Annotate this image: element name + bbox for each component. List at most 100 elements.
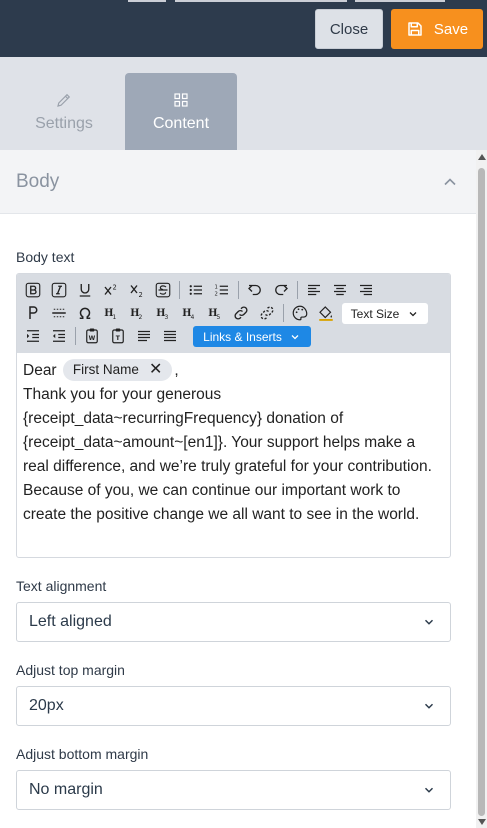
underline-button[interactable] bbox=[75, 280, 95, 300]
svg-text:2: 2 bbox=[139, 291, 143, 299]
svg-text:T: T bbox=[116, 335, 121, 342]
h4-icon: H4 bbox=[182, 308, 194, 321]
indent-icon bbox=[27, 330, 39, 342]
redo-icon bbox=[275, 284, 288, 296]
strikethrough-button[interactable] bbox=[153, 280, 173, 300]
undo-icon bbox=[248, 284, 261, 296]
numbered-list-button[interactable]: 12 bbox=[212, 280, 232, 300]
top-edge-tab bbox=[355, 0, 445, 2]
bottom-margin-select[interactable]: No margin bbox=[16, 770, 451, 810]
heading-1-button[interactable]: H1 bbox=[101, 303, 121, 323]
text-color-button[interactable] bbox=[290, 303, 310, 323]
subscript-button[interactable]: 2 bbox=[127, 280, 147, 300]
merge-tag-chip[interactable]: First Name ✕ bbox=[62, 359, 173, 381]
top-margin-label: Adjust top margin bbox=[16, 662, 125, 678]
bottom-margin-value: No margin bbox=[29, 781, 103, 798]
horizontal-line-icon bbox=[52, 308, 66, 318]
indent-button[interactable] bbox=[23, 326, 43, 346]
bullet-list-button[interactable] bbox=[186, 280, 206, 300]
top-edge-tab bbox=[175, 0, 347, 2]
top-margin-select[interactable]: 20px bbox=[16, 686, 451, 726]
italic-icon bbox=[51, 282, 67, 298]
underline-icon bbox=[79, 284, 91, 297]
close-button[interactable]: Close bbox=[315, 9, 383, 49]
merge-tag-label: First Name bbox=[72, 362, 139, 377]
h1-icon: H1 bbox=[104, 308, 116, 321]
scrollbar[interactable] bbox=[476, 150, 487, 828]
align-right-icon bbox=[360, 284, 372, 296]
links-inserts-dropdown[interactable]: Links & Inserts bbox=[193, 326, 311, 347]
text-size-dropdown[interactable]: Text Size bbox=[342, 303, 428, 324]
chevron-down-icon bbox=[291, 334, 299, 339]
paragraph-button[interactable] bbox=[23, 303, 43, 323]
unlink-icon bbox=[260, 306, 274, 320]
rich-text-editor[interactable]: 2 2 12 H1 H2 H3 H4 H5 Text Size W T Link… bbox=[16, 273, 451, 558]
bold-icon bbox=[25, 282, 41, 298]
outdent-button[interactable] bbox=[49, 326, 69, 346]
paint-bucket-icon bbox=[319, 306, 333, 321]
text-alignment-value: Left aligned bbox=[29, 613, 112, 630]
tab-settings-label: Settings bbox=[35, 114, 93, 132]
undo-button[interactable] bbox=[245, 280, 265, 300]
save-button[interactable]: Save bbox=[391, 9, 483, 49]
heading-2-button[interactable]: H2 bbox=[127, 303, 147, 323]
tab-bar: Settings Content bbox=[0, 57, 487, 150]
body-paragraph: Because of you, we can continue our impo… bbox=[23, 482, 420, 523]
svg-text:2: 2 bbox=[215, 291, 218, 297]
justify-button[interactable] bbox=[134, 326, 154, 346]
links-inserts-label: Links & Inserts bbox=[203, 329, 282, 344]
horizontal-line-button[interactable] bbox=[49, 303, 69, 323]
scroll-down-arrow[interactable] bbox=[478, 819, 486, 825]
toolbar-divider bbox=[179, 281, 180, 299]
heading-3-button[interactable]: H3 bbox=[153, 303, 173, 323]
top-edge-tab bbox=[128, 0, 166, 2]
h2-icon: H2 bbox=[130, 308, 142, 321]
bullet-list-icon bbox=[189, 285, 202, 295]
text-alignment-label: Text alignment bbox=[16, 578, 107, 594]
insert-link-button[interactable] bbox=[231, 303, 251, 323]
paste-text-button[interactable]: T bbox=[108, 326, 128, 346]
align-center-button[interactable] bbox=[330, 280, 350, 300]
pencil-icon bbox=[57, 93, 71, 107]
svg-text:1: 1 bbox=[215, 285, 218, 291]
remove-link-button[interactable] bbox=[257, 303, 277, 323]
chevron-down-icon bbox=[424, 703, 434, 709]
svg-text:3: 3 bbox=[165, 314, 169, 321]
heading-5-button[interactable]: H5 bbox=[205, 303, 225, 323]
justify-full-icon bbox=[164, 330, 176, 342]
palette-icon bbox=[292, 305, 308, 321]
justify-full-button[interactable] bbox=[160, 326, 180, 346]
background-color-button[interactable] bbox=[316, 303, 336, 323]
align-right-button[interactable] bbox=[356, 280, 376, 300]
special-character-button[interactable] bbox=[75, 303, 95, 323]
scrollbar-thumb[interactable] bbox=[478, 168, 485, 816]
greeting-line: Dear First Name ✕, bbox=[23, 359, 444, 383]
bold-button[interactable] bbox=[23, 280, 43, 300]
tab-content-label: Content bbox=[152, 114, 210, 132]
scroll-up-arrow[interactable] bbox=[478, 154, 486, 160]
align-left-icon bbox=[308, 284, 320, 296]
tab-content[interactable]: Content bbox=[125, 73, 237, 150]
redo-button[interactable] bbox=[271, 280, 291, 300]
body-paragraph: Thank you for your generous {receipt_dat… bbox=[23, 386, 432, 475]
align-left-button[interactable] bbox=[304, 280, 324, 300]
remove-tag-icon[interactable]: ✕ bbox=[149, 362, 162, 378]
paste-word-button[interactable]: W bbox=[82, 326, 102, 346]
chevron-up-icon[interactable] bbox=[440, 172, 460, 192]
toolbar-divider bbox=[297, 281, 298, 299]
body-section-header[interactable]: Body bbox=[0, 150, 476, 214]
outdent-icon bbox=[53, 330, 65, 342]
heading-4-button[interactable]: H4 bbox=[179, 303, 199, 323]
top-bar: Close Save bbox=[0, 0, 487, 57]
editor-content[interactable]: Dear First Name ✕, Thank you for your gen… bbox=[17, 353, 450, 557]
svg-text:W: W bbox=[89, 335, 96, 342]
italic-button[interactable] bbox=[49, 280, 69, 300]
close-button-label: Close bbox=[329, 20, 369, 38]
editor-toolbar: 2 2 12 H1 H2 H3 H4 H5 Text Size W T Link… bbox=[17, 274, 450, 353]
tab-settings[interactable]: Settings bbox=[8, 73, 120, 150]
grid-icon bbox=[174, 92, 188, 107]
superscript-icon: 2 bbox=[104, 283, 117, 295]
text-alignment-select[interactable]: Left aligned bbox=[16, 602, 451, 642]
superscript-button[interactable]: 2 bbox=[101, 280, 121, 300]
text-size-label: Text Size bbox=[350, 306, 400, 321]
